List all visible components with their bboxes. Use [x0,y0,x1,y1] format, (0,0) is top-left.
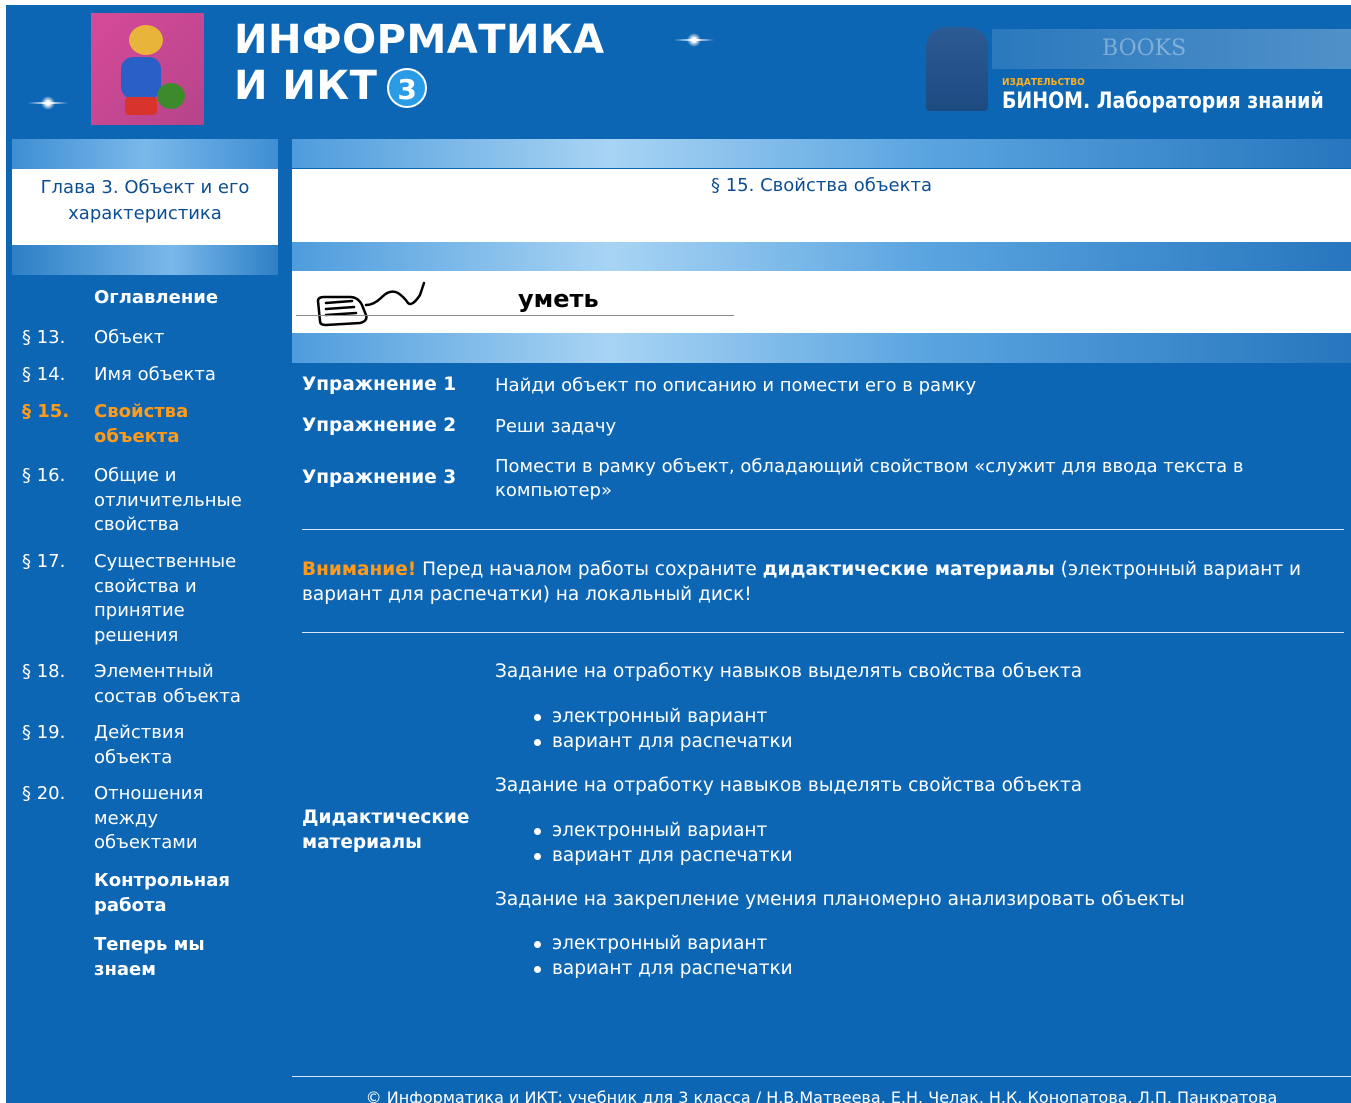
toc-item-label[interactable]: Объект [94,326,274,351]
toc-heading-link[interactable]: Оглавление [94,287,218,308]
toc-item-number: § 19. [22,722,66,743]
page: ИНФОРМАТИКА И ИКТ 3 BOOKS ИЗДАТЕЛЬСТВО БИ… [6,5,1351,1103]
control-work-link[interactable]: Контрольная работа [94,868,254,918]
bear-logo-image [91,13,204,125]
skill-box: уметь [292,271,1351,333]
attention-bold: дидактические материалы [762,559,1055,580]
section-band-top [292,139,1351,168]
toc-item-number: § 16. [22,465,66,486]
publisher-banner[interactable]: BOOKS ИЗДАТЕЛЬСТВО БИНОМ. Лаборатория зн… [926,17,1351,117]
task-2-title: Задание на отработку навыков выделять св… [495,775,1083,796]
task-1-links: электронный вариант вариант для распечат… [528,705,793,754]
skill-heading: уметь [518,285,599,313]
books-strip: BOOKS [992,29,1351,69]
toc-item-label[interactable]: Отношения между объектами [94,782,214,856]
sparkle-icon [28,93,68,113]
exercise-1-link[interactable]: Найди объект по описанию и помести его в… [495,374,1325,398]
section-title-box: § 15. Свойства объекта [292,169,1351,242]
skill-band-bottom [292,333,1351,363]
chapter-band-top [12,139,278,169]
task-2-electronic-link[interactable]: электронный вариант [528,819,793,844]
sparkle-icon [674,30,714,50]
toc-item-label: Свойства объекта [94,401,189,447]
publisher-name: БИНОМ. Лаборатория знаний [1002,89,1324,114]
title-line1: ИНФОРМАТИКА [234,17,605,63]
exercise-2-link[interactable]: Реши задачу [495,415,1325,439]
toc-item-label[interactable]: Действия объекта [94,721,214,770]
exercise-2-label: Упражнение 2 [302,415,457,436]
task-3-links: электронный вариант вариант для распечат… [528,932,793,981]
attention-notice: Внимание! Перед началом работы сохраните… [302,557,1347,607]
toc-item-number: § 13. [22,327,66,348]
toc-item-number: § 20. [22,783,66,804]
book-title: ИНФОРМАТИКА И ИКТ 3 [234,17,605,109]
publisher-small-label: ИЗДАТЕЛЬСТВО [1002,77,1085,88]
chapter-band-bottom [12,245,278,275]
toc-item-number: § 17. [22,551,66,572]
section-title: § 15. Свойства объекта [711,175,932,196]
footer-copyright: © Информатика и ИКТ: учебник для 3 класс… [365,1088,1278,1103]
skill-underline [296,315,734,316]
header-banner: ИНФОРМАТИКА И ИКТ 3 BOOKS ИЗДАТЕЛЬСТВО БИ… [6,5,1351,139]
grade-badge: 3 [387,68,428,108]
task-3-print-link[interactable]: вариант для распечатки [528,957,793,982]
task-2-print-link[interactable]: вариант для распечатки [528,844,793,869]
section-band-bottom [292,242,1351,271]
toc-item-number: § 18. [22,661,66,682]
now-we-know-link[interactable]: Теперь мы знаем [94,932,234,982]
attention-text: Перед началом работы сохраните [416,559,763,580]
computer-mouse-icon [316,281,426,327]
footer-divider [292,1076,1351,1077]
divider [302,632,1344,633]
task-1-print-link[interactable]: вариант для распечатки [528,730,793,755]
toc-item-label[interactable]: Существенные свойства и принятие решения [94,550,259,648]
toc-item-label[interactable]: Элементный состав объекта [94,660,264,709]
exercise-1-label: Упражнение 1 [302,374,457,395]
task-1-electronic-link[interactable]: электронный вариант [528,705,793,730]
toc-item-label[interactable]: Имя объекта [94,363,274,388]
toc-item-number: § 15. [22,401,70,422]
task-1-title: Задание на отработку навыков выделять св… [495,661,1083,682]
title-line2: И ИКТ [234,63,378,109]
toc-item-number: § 14. [22,364,66,385]
divider [302,529,1344,530]
reader-silhouette-icon [926,27,988,111]
didactic-materials-label: Дидактические материалы [302,807,470,853]
task-2-links: электронный вариант вариант для распечат… [528,819,793,868]
task-3-title: Задание на закрепление умения планомерно… [495,889,1185,910]
attention-warning: Внимание! [302,559,417,580]
chapter-title: Глава 3. Объект и его характеристика [12,169,278,245]
exercise-3-link[interactable]: Помести в рамку объект, обладающий свойс… [495,455,1325,503]
exercise-3-label: Упражнение 3 [302,467,457,488]
task-3-electronic-link[interactable]: электронный вариант [528,932,793,957]
toc-item-label[interactable]: Общие и отличительные свойства [94,464,259,538]
